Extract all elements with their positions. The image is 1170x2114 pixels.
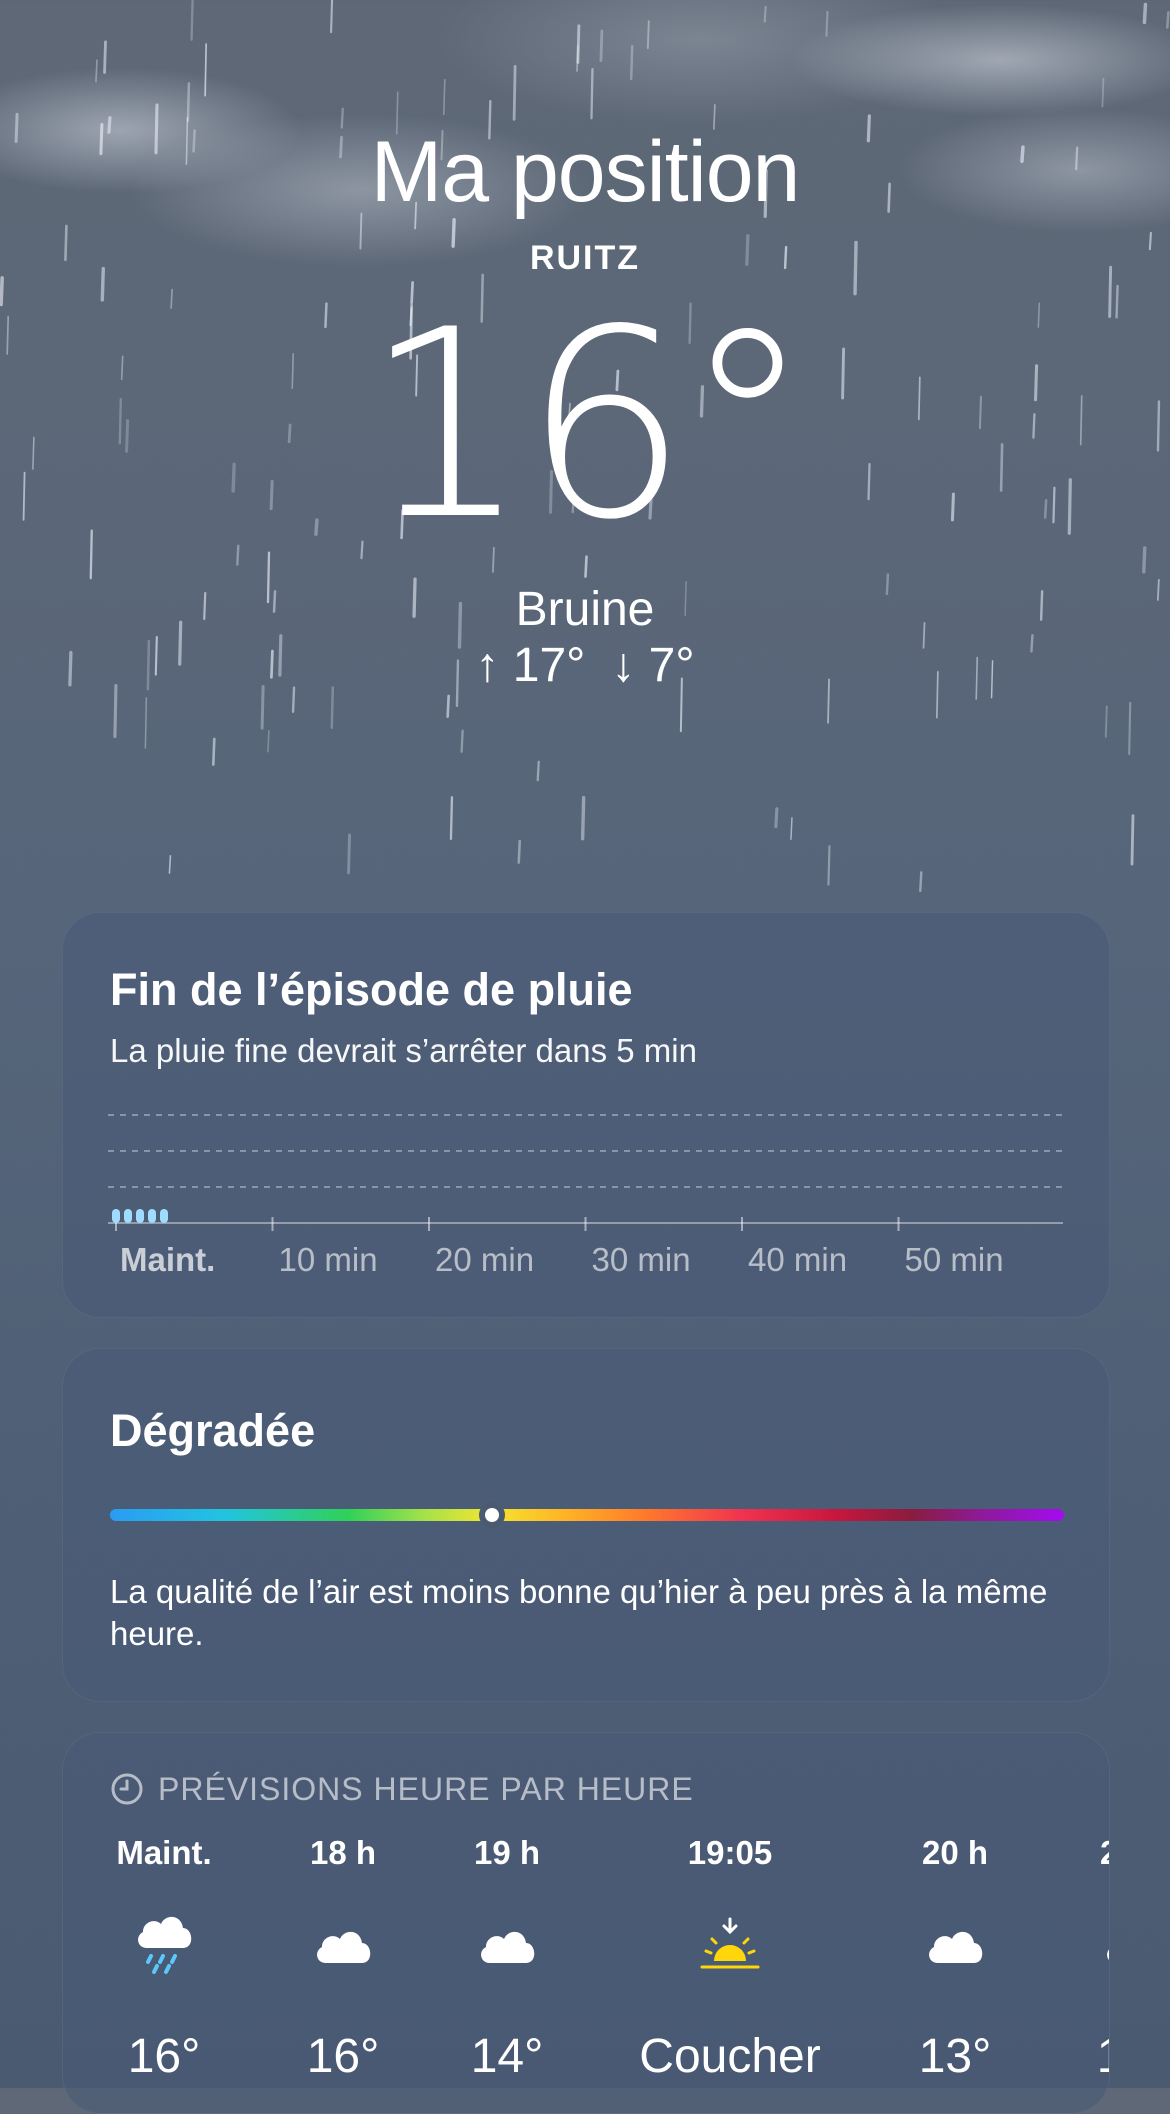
- rain-intensity-bar: [112, 1209, 120, 1223]
- rain-streak: [443, 78, 446, 116]
- tick-label: 10 min: [279, 1241, 378, 1278]
- rain-streak: [827, 845, 831, 886]
- weather-condition: Bruine: [515, 583, 655, 636]
- hourly-item: 21 h 12°: [1033, 1833, 1109, 2085]
- location-name: RUITZ: [529, 239, 641, 277]
- air-quality-marker: [478, 1502, 505, 1528]
- tick-label: Maint.: [120, 1241, 215, 1278]
- rain-streak: [1166, 11, 1170, 29]
- air-quality-description: La qualité de l’air est moins bonne qu’h…: [110, 1573, 1048, 1652]
- hour-label: 19 h: [473, 1834, 541, 1871]
- hourly-item: 19 h 14°: [407, 1833, 607, 2085]
- rain-streak: [919, 871, 923, 893]
- air-quality-card[interactable]: Dégradée La qualité de l’air est moins b…: [62, 1348, 1110, 1702]
- tick-label: 30 min: [592, 1241, 691, 1278]
- rain-streak: [790, 817, 793, 840]
- air-quality-title: Dégradée: [110, 1405, 316, 1456]
- rain-streak: [512, 64, 517, 121]
- rain-streak: [168, 854, 172, 874]
- page-title: Ma position: [370, 124, 801, 220]
- rain-streak: [204, 43, 208, 97]
- tick-label: 40 min: [748, 1241, 847, 1278]
- current-temperature: 16°: [363, 275, 813, 577]
- rain-streak: [186, 82, 191, 123]
- tick-label: 50 min: [905, 1241, 1004, 1278]
- precipitation-chart: Maint. 10 min 20 min 30 min 40 min 50 min: [108, 1114, 1063, 1278]
- tick-label: 20 min: [435, 1241, 534, 1278]
- rain-streak: [774, 807, 779, 829]
- rain-streak: [599, 29, 604, 62]
- rain-streak: [825, 10, 829, 37]
- hour-temperature: 13°: [918, 2030, 992, 2083]
- hour-temperature: 12°: [1033, 2029, 1109, 2085]
- hour-temperature: 14°: [470, 2030, 544, 2083]
- hourly-item: 20 h 13°: [855, 1833, 1055, 2085]
- hour-label: 21 h: [1033, 1833, 1109, 1873]
- rain-streak: [517, 839, 522, 864]
- rain-intensity-bar: [124, 1209, 132, 1223]
- hour-label: 19:05: [687, 1834, 773, 1871]
- rain-streak: [1130, 814, 1135, 866]
- rain-streak: [212, 737, 216, 766]
- high-low-temperature: ↑ 17° ↓ 7°: [0, 638, 1170, 694]
- rain-intensity-bar: [148, 1209, 156, 1223]
- rain-streak: [449, 796, 454, 841]
- cloud-icon: [407, 1913, 607, 1977]
- rain-streak: [1104, 705, 1108, 738]
- rain-streak: [1128, 701, 1132, 756]
- rain-streak: [446, 694, 450, 718]
- cloud-icon: [855, 1913, 1055, 1977]
- hourly-item: Maint. 16°: [64, 1833, 264, 2085]
- hour-temperature: Coucher: [639, 2030, 821, 2083]
- rain-streak: [629, 45, 634, 81]
- rain-intensity-bar: [160, 1209, 168, 1223]
- rain-streak: [646, 20, 650, 50]
- rain-streak: [590, 67, 594, 120]
- hourly-scroll[interactable]: PRÉVISIONS HEURE PAR HEURE Maint. 16° 18 h…: [63, 1733, 1109, 2113]
- precipitation-title: Fin de l’épisode de pluie: [110, 964, 633, 1015]
- rain-streak: [460, 729, 464, 753]
- rain-streak: [144, 697, 148, 749]
- rain-streak: [576, 24, 581, 64]
- rain-intensity-bar: [136, 1209, 144, 1223]
- hour-label: Maint.: [116, 1834, 212, 1871]
- rain-cloud-icon: [64, 1913, 264, 1977]
- rain-streak: [347, 833, 351, 875]
- rain-streak: [576, 44, 579, 72]
- hourly-forecast-card[interactable]: PRÉVISIONS HEURE PAR HEURE Maint. 16° 18 h…: [62, 1732, 1110, 2114]
- rain-streak: [536, 760, 540, 782]
- cloud-icon: [1033, 1913, 1109, 1977]
- rain-streak: [1142, 2, 1148, 25]
- rain-streak: [267, 730, 270, 753]
- precipitation-subtitle: La pluie fine devrait s’arrêter dans 5 m…: [110, 1032, 697, 1069]
- hour-label: 20 h: [921, 1834, 989, 1871]
- hourly-header-label: PRÉVISIONS HEURE PAR HEURE: [158, 1771, 694, 1807]
- rain-streak: [190, 0, 194, 41]
- rain-streak: [580, 795, 586, 841]
- low-temperature: ↓ 7°: [611, 639, 695, 692]
- rain-streak: [103, 40, 107, 74]
- hourly-header: PRÉVISIONS HEURE PAR HEURE: [110, 1769, 694, 1809]
- clock-icon: [111, 1773, 143, 1805]
- hourly-item: 19:05 Coucher: [630, 1833, 830, 2085]
- rain-streak: [330, 0, 334, 34]
- high-temperature: ↑ 17°: [475, 639, 586, 692]
- precipitation-card[interactable]: Fin de l’épisode de pluie La pluie fine …: [62, 912, 1110, 1318]
- rain-streak: [763, 5, 767, 23]
- rain-streak: [95, 59, 98, 83]
- air-quality-scale: [110, 1509, 1064, 1521]
- sunset-icon: [630, 1913, 830, 1977]
- rain-streak: [1101, 77, 1105, 108]
- hour-temperature: 16°: [127, 2030, 201, 2083]
